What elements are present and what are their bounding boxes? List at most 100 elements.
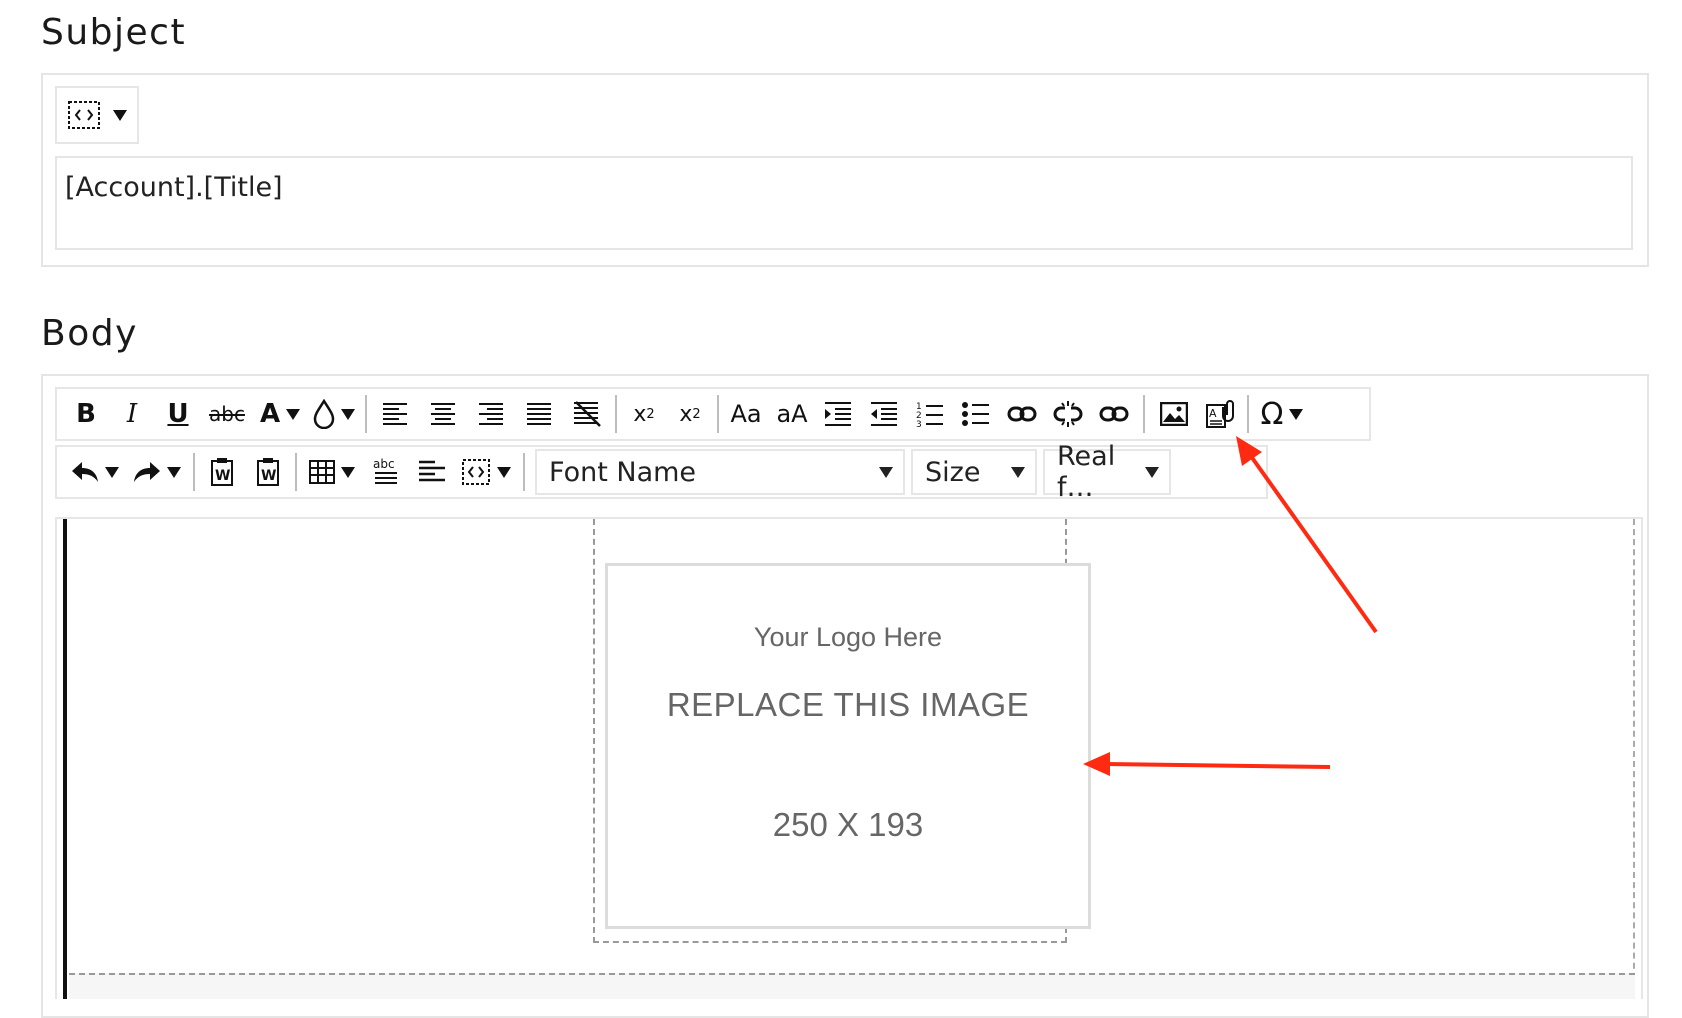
bold-button[interactable]: B	[63, 391, 109, 437]
chevron-down-icon	[1145, 466, 1159, 478]
align-left-button[interactable]	[371, 391, 419, 437]
toolbar-separator	[523, 453, 525, 491]
body-editor: B I U abc A x2 x2 Aa aA 1 2 3 A Ω W W ab…	[41, 374, 1649, 1018]
align-left-icon	[383, 403, 407, 425]
chevron-down-icon	[167, 466, 181, 478]
formatting-toolbar: B I U abc A x2 x2 Aa aA 1 2 3 A Ω	[55, 387, 1371, 441]
paragraph-icon	[419, 460, 445, 482]
table-row[interactable]	[69, 973, 1635, 999]
document-manager-button[interactable]: A	[1197, 391, 1243, 437]
spellcheck-button[interactable]: abc	[363, 449, 409, 495]
toolbar-separator	[1143, 395, 1145, 433]
table-border	[1633, 519, 1635, 999]
chevron-down-icon	[341, 466, 355, 478]
droplet-icon	[313, 399, 335, 429]
chevron-down-icon	[113, 109, 127, 121]
link-icon	[1099, 406, 1129, 422]
svg-text:abc: abc	[373, 457, 395, 471]
toolbar-separator	[295, 453, 297, 491]
italic-button[interactable]: I	[109, 391, 155, 437]
real-font-size-value: Real f…	[1057, 441, 1116, 503]
logo-line-2: REPLACE THIS IMAGE	[666, 686, 1030, 723]
align-right-button[interactable]	[467, 391, 515, 437]
underline-button[interactable]: U	[155, 391, 201, 437]
lowercase-button[interactable]: aA	[769, 391, 815, 437]
numbered-list-button[interactable]: 123	[907, 391, 953, 437]
svg-text:3: 3	[916, 420, 922, 428]
align-right-icon	[479, 403, 503, 425]
font-name-select[interactable]: Font Name	[535, 449, 905, 495]
font-name-value: Font Name	[549, 456, 697, 488]
subject-input[interactable]: [Account].[Title]	[55, 156, 1633, 250]
uppercase-button[interactable]: Aa	[723, 391, 769, 437]
paste-from-word-strip-button[interactable]: W	[245, 449, 291, 495]
undo-button[interactable]	[65, 449, 125, 495]
outdent-icon	[871, 402, 897, 426]
source-code-icon	[68, 101, 100, 129]
justify-icon	[527, 403, 551, 425]
source-code-icon	[462, 459, 490, 485]
logo-placeholder-image[interactable]: Your Logo Here REPLACE THIS IMAGE 250 X …	[605, 563, 1091, 929]
chevron-down-icon	[105, 466, 119, 478]
paste-word-icon: W	[257, 458, 279, 486]
real-font-size-select[interactable]: Real f…	[1043, 441, 1171, 503]
chevron-down-icon	[1289, 408, 1304, 420]
subject-heading: Subject	[41, 12, 187, 53]
body-heading: Body	[41, 313, 138, 354]
subject-editor: [Account].[Title]	[41, 73, 1649, 267]
insert-table-button[interactable]	[301, 449, 363, 495]
svg-text:A: A	[1209, 407, 1217, 420]
toolbar-separator	[193, 453, 195, 491]
font-color-button[interactable]: A	[253, 391, 307, 437]
svg-text:W: W	[261, 468, 276, 484]
chevron-down-icon	[879, 466, 893, 478]
bullet-list-button[interactable]	[953, 391, 999, 437]
justify-button[interactable]	[515, 391, 563, 437]
outdent-button[interactable]	[861, 391, 907, 437]
insert-image-button[interactable]	[1151, 391, 1197, 437]
undo-icon	[72, 462, 98, 482]
align-center-button[interactable]	[419, 391, 467, 437]
spellcheck-icon: abc	[373, 457, 397, 484]
toolbar-separator	[717, 395, 719, 433]
highlight-color-button[interactable]	[307, 391, 361, 437]
edit-toolbar: W W abc Font Name Size Real f…	[55, 441, 1268, 503]
font-size-select[interactable]: Size	[911, 449, 1037, 495]
logo-line-1: Your Logo Here	[753, 622, 943, 652]
table-cell[interactable]: Your Logo Here REPLACE THIS IMAGE 250 X …	[593, 519, 1091, 943]
toolbar-separator	[1247, 395, 1249, 433]
svg-text:W: W	[215, 468, 230, 484]
redo-button[interactable]	[125, 449, 189, 495]
chevron-down-icon	[341, 408, 355, 420]
insert-link-button[interactable]	[999, 391, 1045, 437]
document-attach-icon: A	[1206, 400, 1234, 428]
link-manager-button[interactable]	[1091, 391, 1137, 437]
toolbar-separator	[365, 395, 367, 433]
subscript-button[interactable]: x2	[667, 391, 713, 437]
paste-word-icon: W	[211, 458, 233, 486]
paragraph-style-button[interactable]	[409, 449, 455, 495]
clear-formatting-icon	[574, 401, 601, 427]
chevron-down-icon	[286, 408, 301, 420]
logo-line-3: 250 X 193	[772, 806, 924, 843]
paste-from-word-button[interactable]: W	[199, 449, 245, 495]
unlink-button[interactable]	[1045, 391, 1091, 437]
body-content-area[interactable]: Your Logo Here REPLACE THIS IMAGE 250 X …	[55, 517, 1643, 999]
indent-button[interactable]	[815, 391, 861, 437]
special-chars-button[interactable]: Ω	[1253, 391, 1311, 437]
unlink-icon	[1053, 401, 1083, 427]
toolbar-separator	[615, 395, 617, 433]
source-code-button[interactable]	[455, 449, 517, 495]
table-icon	[309, 460, 335, 484]
text-cursor	[63, 519, 67, 999]
bullet-list-icon	[962, 402, 989, 426]
strikethrough-button[interactable]: abc	[201, 391, 253, 437]
font-size-value: Size	[925, 456, 981, 488]
superscript-button[interactable]: x2	[621, 391, 667, 437]
image-icon	[1160, 402, 1188, 426]
link-icon	[1007, 406, 1037, 422]
clear-formatting-button[interactable]	[563, 391, 611, 437]
subject-source-button[interactable]	[55, 86, 139, 144]
redo-icon	[134, 462, 160, 482]
align-center-icon	[431, 403, 455, 425]
